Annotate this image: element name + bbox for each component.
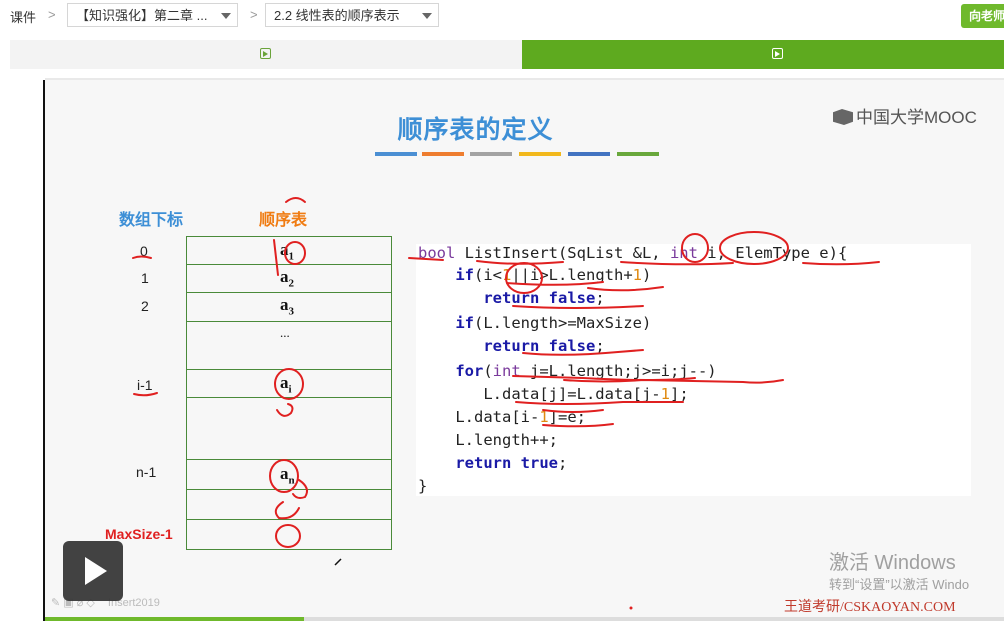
chapter-select[interactable]: 【知识强化】第二章 ... [67, 3, 238, 27]
breadcrumb-courseware[interactable]: 课件 [10, 7, 36, 26]
table-cell: a2 [280, 267, 294, 290]
video-play-icon [772, 48, 783, 59]
title-underline-strip [617, 152, 659, 156]
progress-fill [45, 617, 304, 621]
index-label: 2 [141, 298, 149, 314]
index-label: 1 [141, 270, 149, 286]
code-line: for(int j=L.length;j>=i;j--) [455, 362, 717, 380]
code-line: L.data[i-1]=e; [418, 408, 586, 426]
section-select[interactable]: 2.2 线性表的顺序表示 [265, 3, 439, 27]
play-button[interactable] [63, 541, 123, 601]
code-line: if(L.length>=MaxSize) [455, 314, 652, 332]
unit-tabs [10, 40, 1004, 69]
index-header: 数组下标 [119, 212, 184, 229]
chevron-right-icon: > [250, 7, 258, 22]
code-line: return true; [455, 454, 568, 472]
code-line: return false; [483, 289, 605, 307]
title-underline-strip [568, 152, 610, 156]
mooc-logo: 中国大学MOOC [833, 103, 977, 128]
index-label-maxsize: MaxSize-1 [105, 526, 173, 542]
code-line: if(i<1||i>L.length+1) [455, 266, 652, 284]
table-cell: a1 [280, 240, 294, 263]
windows-activation-title: 激活 Windows [829, 552, 956, 574]
title-underline-strip [470, 152, 512, 156]
chapter-select-value: 【知识强化】第二章 ... [76, 8, 208, 23]
breadcrumb: 课件 > 【知识强化】第二章 ... > 2.2 线性表的顺序表示 向老师 [0, 0, 1004, 34]
title-underline-strip [375, 152, 417, 156]
mooc-logo-icon [833, 109, 853, 125]
table-cell-ellipsis: ... [280, 325, 290, 340]
video-play-icon [260, 48, 271, 59]
seq-header: 顺序表 [259, 212, 308, 229]
title-underline-strip [422, 152, 464, 156]
video-left-edge [43, 80, 45, 621]
index-label: i-1 [137, 377, 153, 393]
progress-bar[interactable] [45, 617, 1004, 621]
publisher-signature: 王道考研/CSKAOYAN.COM [784, 600, 956, 615]
code-line: bool ListInsert(SqList &L, int i, ElemTy… [418, 244, 848, 262]
tab-video-1[interactable] [10, 40, 522, 69]
seq-table: a1 a2 a3 ... ai an [186, 236, 392, 550]
section-select-value: 2.2 线性表的顺序表示 [274, 8, 400, 23]
chevron-down-icon [422, 13, 432, 19]
play-icon [85, 557, 107, 585]
code-line: } [418, 477, 428, 495]
slide-title: 顺序表的定义 [397, 116, 554, 144]
tab-video-2[interactable] [522, 40, 1004, 69]
index-label: n-1 [136, 464, 157, 480]
table-cell: an [280, 464, 295, 487]
title-underline-strip [519, 152, 561, 156]
chevron-right-icon: > [48, 7, 56, 22]
code-line: return false; [483, 337, 605, 355]
ask-teacher-button[interactable]: 向老师 [961, 4, 1004, 28]
code-line: L.length++; [418, 431, 558, 449]
windows-activation-hint: 转到“设置”以激活 Windo [829, 577, 970, 592]
video-player[interactable]: 顺序表的定义 中国大学MOOC 数组下标 顺序表 0 1 2 i-1 n-1 M… [43, 80, 1004, 621]
code-block: bool ListInsert(SqList &L, int i, ElemTy… [416, 244, 971, 496]
index-label: 0 [140, 243, 148, 259]
table-cell: a3 [280, 295, 294, 318]
table-cell: ai [280, 373, 292, 396]
chevron-down-icon [221, 13, 231, 19]
code-line: L.data[j]=L.data[j-1]; [418, 385, 689, 403]
